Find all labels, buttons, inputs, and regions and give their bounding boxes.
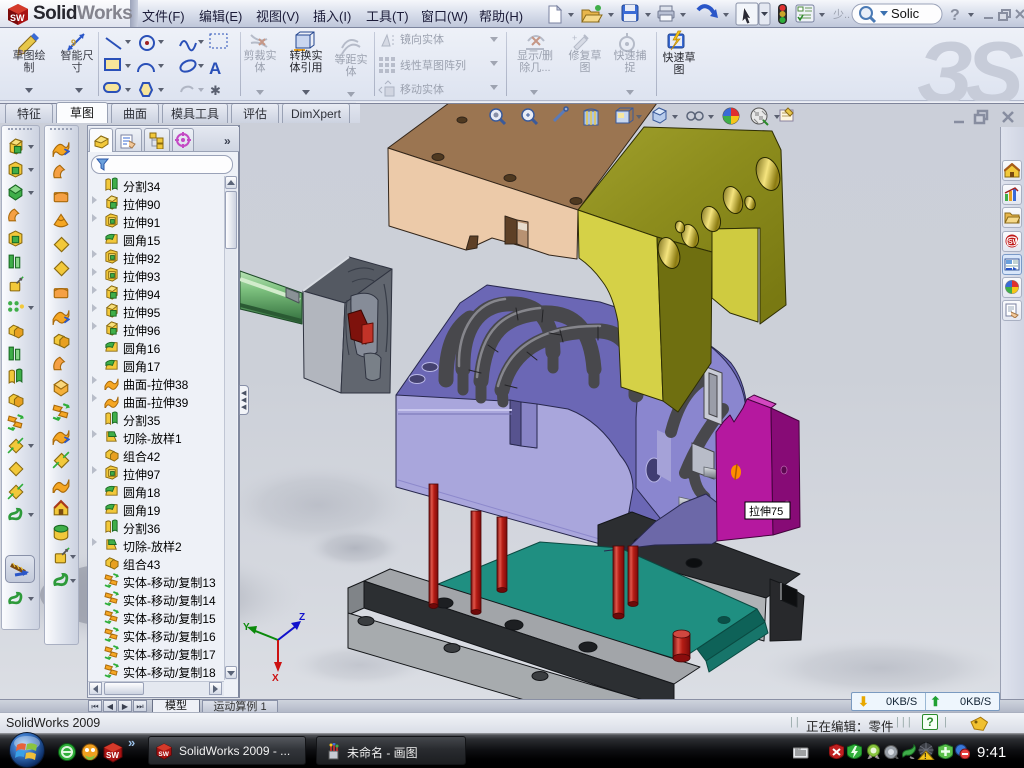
svg-text:Y: Y <box>243 622 250 633</box>
svg-text:SW: SW <box>158 751 169 758</box>
svg-text:SW: SW <box>106 751 119 760</box>
svg-text:asdf: asdf <box>795 747 801 751</box>
svg-text:✱: ✱ <box>210 83 221 98</box>
svg-text:拉伸75: 拉伸75 <box>749 504 783 518</box>
svg-text:9: 9 <box>71 38 76 48</box>
svg-text:Z: Z <box>299 612 305 623</box>
svg-text:!: ! <box>924 752 927 760</box>
svg-text:Solic: Solic <box>891 6 920 21</box>
svg-text:SW: SW <box>10 13 25 23</box>
svg-text:A: A <box>209 59 221 78</box>
svg-text:SW: SW <box>1008 239 1020 246</box>
svg-text:+: + <box>572 33 577 43</box>
svg-text:X: X <box>272 673 279 684</box>
svg-text:少..: 少.. <box>833 8 850 21</box>
